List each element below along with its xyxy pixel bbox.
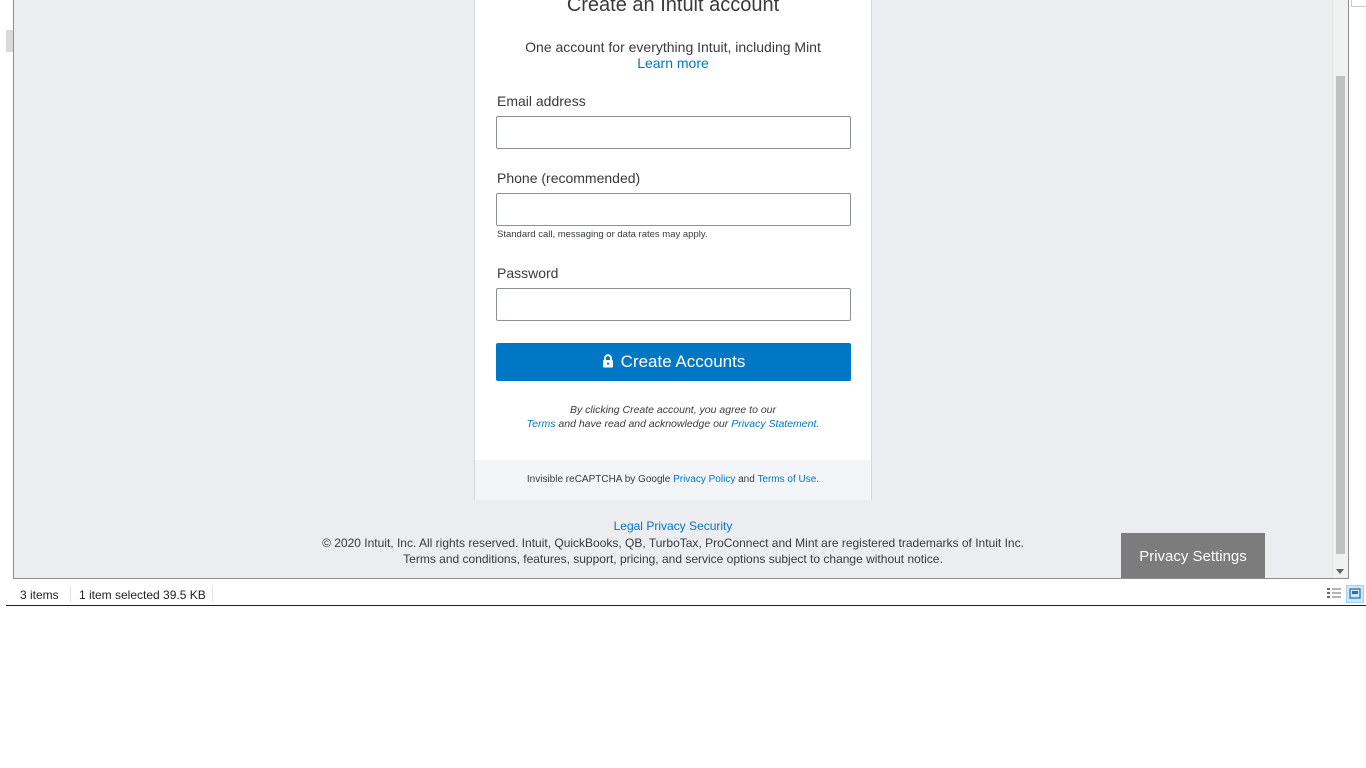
phone-hint: Standard call, messaging or data rates m… xyxy=(497,229,708,240)
large-icons-view-icon[interactable] xyxy=(1346,585,1364,603)
page-title: Create an Intuit account xyxy=(566,0,780,16)
card-subtitle: One account for everything Intuit, inclu… xyxy=(525,39,821,55)
email-field[interactable] xyxy=(496,116,851,149)
footer-links: Legal Privacy Security xyxy=(14,519,1332,533)
privacy-settings-button[interactable]: Privacy Settings xyxy=(1121,533,1265,578)
email-label: Email address xyxy=(497,93,586,109)
recaptcha-terms-link[interactable]: Terms of Use. xyxy=(757,474,819,485)
window-corner xyxy=(1351,0,1366,7)
footer-legal-link[interactable]: Legal xyxy=(614,519,643,533)
legal-suffix: . xyxy=(816,418,820,430)
scroll-down-icon[interactable] xyxy=(1336,569,1344,574)
recaptcha-notice: Invisible reCAPTCHA by Google Privacy Po… xyxy=(475,460,871,500)
vertical-scrollbar[interactable] xyxy=(1332,0,1348,578)
footer-security-link[interactable]: Security xyxy=(689,519,732,533)
recaptcha-and: and xyxy=(738,474,755,485)
status-item-count: 3 items xyxy=(20,588,59,602)
password-field[interactable] xyxy=(496,288,851,321)
terms-link[interactable]: Terms xyxy=(527,418,556,430)
privacy-statement-link[interactable]: Privacy Statement xyxy=(731,418,816,430)
explorer-status-bar: 3 items 1 item selected 39.5 KB xyxy=(6,583,1366,606)
recaptcha-prefix: Invisible reCAPTCHA by Google xyxy=(526,474,671,485)
legal-agreement: By clicking Create account, you agree to… xyxy=(515,403,831,431)
password-label: Password xyxy=(497,265,559,281)
status-divider xyxy=(70,586,71,602)
legal-prefix: By clicking Create account, you agree to… xyxy=(569,404,777,416)
lock-icon xyxy=(602,353,614,368)
legal-middle: and have read and acknowledge our xyxy=(558,418,729,430)
status-selection-info: 1 item selected 39.5 KB xyxy=(79,588,206,602)
phone-label: Phone (recommended) xyxy=(497,170,641,186)
status-divider xyxy=(212,586,213,602)
details-view-icon[interactable] xyxy=(1326,586,1342,602)
learn-more-link[interactable]: Learn more xyxy=(475,55,871,71)
signup-card: Create an Intuit account One account for… xyxy=(474,0,872,500)
create-account-button[interactable]: Create Accounts xyxy=(496,343,851,381)
footer-privacy-link[interactable]: Privacy xyxy=(646,519,685,533)
scrollbar-thumb[interactable] xyxy=(1336,76,1345,554)
phone-field[interactable] xyxy=(496,193,851,226)
create-account-label: Create Accounts xyxy=(620,352,746,371)
recaptcha-privacy-link[interactable]: Privacy Policy xyxy=(673,474,735,485)
browser-window: Create an Intuit account One account for… xyxy=(13,0,1349,579)
